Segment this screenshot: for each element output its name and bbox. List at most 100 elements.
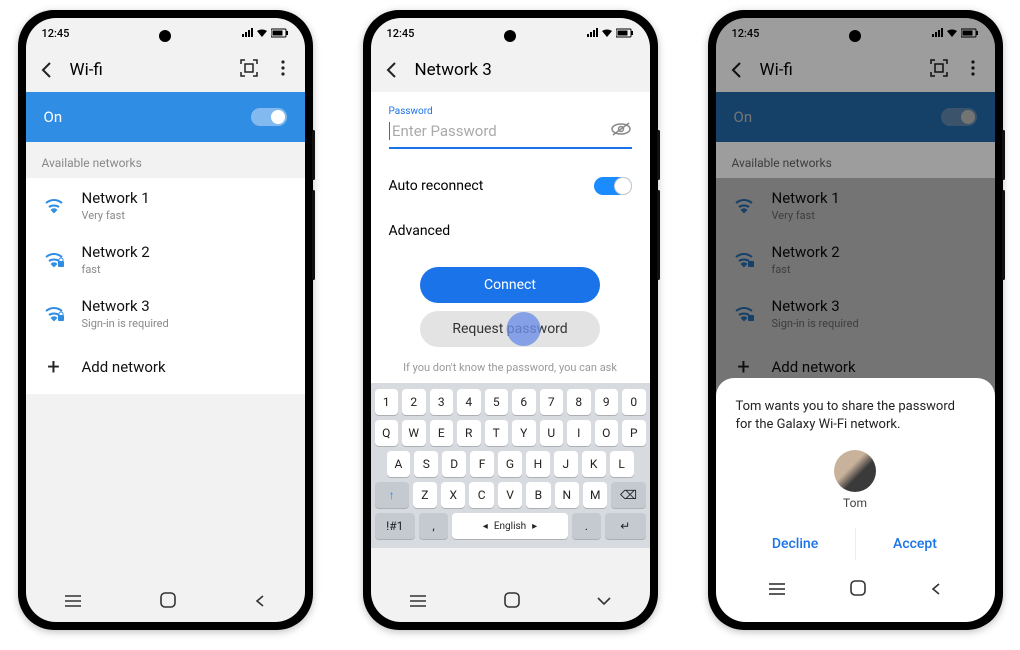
key[interactable]: 2 — [402, 389, 426, 415]
period-key[interactable]: . — [572, 513, 601, 539]
recents-button[interactable] — [408, 593, 428, 612]
key[interactable]: L — [610, 451, 634, 477]
qr-scan-icon[interactable] — [239, 58, 259, 82]
network-row[interactable]: Network 1Very fast — [26, 178, 305, 232]
shift-key[interactable]: ↑ — [375, 482, 409, 508]
key[interactable]: X — [441, 482, 465, 508]
auto-reconnect-switch[interactable] — [594, 177, 632, 195]
plus-icon: + — [42, 355, 66, 379]
key[interactable]: B — [526, 482, 550, 508]
key[interactable]: I — [567, 420, 591, 446]
wifi-switch[interactable] — [251, 108, 287, 126]
key[interactable]: S — [414, 451, 438, 477]
network-sub: Very fast — [82, 209, 150, 222]
key[interactable]: G — [498, 451, 522, 477]
key[interactable]: V — [498, 482, 522, 508]
key[interactable]: Q — [375, 420, 399, 446]
enter-key[interactable]: ↵ — [605, 513, 646, 539]
key[interactable]: E — [430, 420, 454, 446]
key[interactable]: C — [469, 482, 493, 508]
recents-button[interactable] — [767, 581, 787, 600]
visibility-toggle-icon[interactable] — [610, 121, 632, 141]
space-key[interactable]: ◂ English ▸ — [452, 513, 568, 539]
password-label: Password — [389, 106, 632, 117]
advanced-label: Advanced — [389, 223, 451, 239]
home-button[interactable] — [159, 591, 177, 613]
add-network-label: Add network — [82, 358, 166, 376]
key[interactable]: 4 — [457, 389, 481, 415]
app-bar: Wi-fi — [26, 48, 305, 92]
key[interactable]: D — [442, 451, 466, 477]
back-button[interactable] — [381, 59, 403, 81]
screen-1: 12:45 Wi-fi On Available networks Networ… — [26, 18, 305, 622]
connect-button[interactable]: Connect — [420, 267, 600, 303]
wifi-toggle-label: On — [44, 108, 63, 126]
accept-button[interactable]: Accept — [856, 528, 975, 560]
add-network-row[interactable]: + Add network — [26, 340, 305, 394]
wifi-toggle-row[interactable]: On — [26, 92, 305, 142]
requester-avatar — [834, 450, 876, 492]
share-password-sheet: Tom wants you to share the password for … — [716, 378, 995, 622]
network-list: Network 1Very fast Network 2 fast Network… — [26, 178, 305, 394]
home-button[interactable] — [849, 579, 867, 601]
password-hint: If you don't know the password, you can … — [371, 355, 650, 379]
key[interactable]: P — [622, 420, 646, 446]
key[interactable]: U — [540, 420, 564, 446]
keyboard: 1234567890 QWERTYUIOP ASDFGHJKL ↑ ZXCVBN… — [371, 383, 650, 548]
key[interactable]: 7 — [540, 389, 564, 415]
key[interactable]: 9 — [595, 389, 619, 415]
key[interactable]: 6 — [512, 389, 536, 415]
wifi-status-icon — [256, 28, 268, 38]
key[interactable]: M — [583, 482, 607, 508]
key[interactable]: 8 — [567, 389, 591, 415]
key[interactable]: 1 — [375, 389, 399, 415]
wifi-locked-icon — [42, 247, 66, 271]
network-row[interactable]: Network 3Sign-in is required — [26, 286, 305, 340]
symbols-key[interactable]: !#1 — [375, 513, 416, 539]
recents-button[interactable] — [63, 593, 83, 612]
key[interactable]: 0 — [622, 389, 646, 415]
comma-key[interactable]: , — [419, 513, 448, 539]
key[interactable]: N — [555, 482, 579, 508]
key[interactable]: 3 — [430, 389, 454, 415]
nav-back-button[interactable] — [929, 581, 943, 600]
more-icon[interactable] — [271, 59, 295, 81]
network-row[interactable]: Network 2 fast — [26, 232, 305, 286]
key[interactable]: K — [582, 451, 606, 477]
network-sub: fast — [82, 263, 150, 276]
key[interactable]: W — [402, 420, 426, 446]
password-input[interactable]: Enter Password — [389, 117, 632, 149]
battery-icon — [271, 28, 289, 38]
keyboard-hide-button[interactable] — [596, 593, 612, 612]
network-name: Network 2 — [82, 243, 150, 261]
phone-frame-3: 12:45 Wi-fi On Available networks — [708, 10, 1003, 630]
key[interactable]: F — [470, 451, 494, 477]
auto-reconnect-row[interactable]: Auto reconnect — [371, 163, 650, 209]
nav-bar — [26, 582, 305, 622]
camera-notch — [504, 30, 516, 42]
key[interactable]: 5 — [485, 389, 509, 415]
key[interactable]: T — [485, 420, 509, 446]
nav-back-button[interactable] — [253, 593, 267, 612]
back-button[interactable] — [36, 59, 58, 81]
phone-frame-1: 12:45 Wi-fi On Available networks Networ… — [18, 10, 313, 630]
key[interactable]: O — [595, 420, 619, 446]
key[interactable]: H — [526, 451, 550, 477]
page-title: Wi-fi — [70, 60, 103, 80]
key[interactable]: Y — [512, 420, 536, 446]
key[interactable]: Z — [413, 482, 437, 508]
text-cursor — [389, 122, 391, 140]
advanced-row[interactable]: Advanced — [371, 209, 650, 253]
key[interactable]: J — [554, 451, 578, 477]
decline-button[interactable]: Decline — [736, 528, 855, 560]
key[interactable]: A — [387, 451, 411, 477]
key[interactable]: R — [457, 420, 481, 446]
request-password-button[interactable]: Request password — [420, 311, 600, 347]
wifi-locked-icon — [42, 301, 66, 325]
tap-indicator — [507, 312, 541, 346]
home-button[interactable] — [503, 591, 521, 613]
key-row: !#1 , ◂ English ▸ . ↵ — [375, 513, 646, 539]
backspace-key[interactable]: ⌫ — [611, 482, 645, 508]
sheet-actions: Decline Accept — [736, 528, 975, 560]
wifi-icon — [42, 193, 66, 217]
